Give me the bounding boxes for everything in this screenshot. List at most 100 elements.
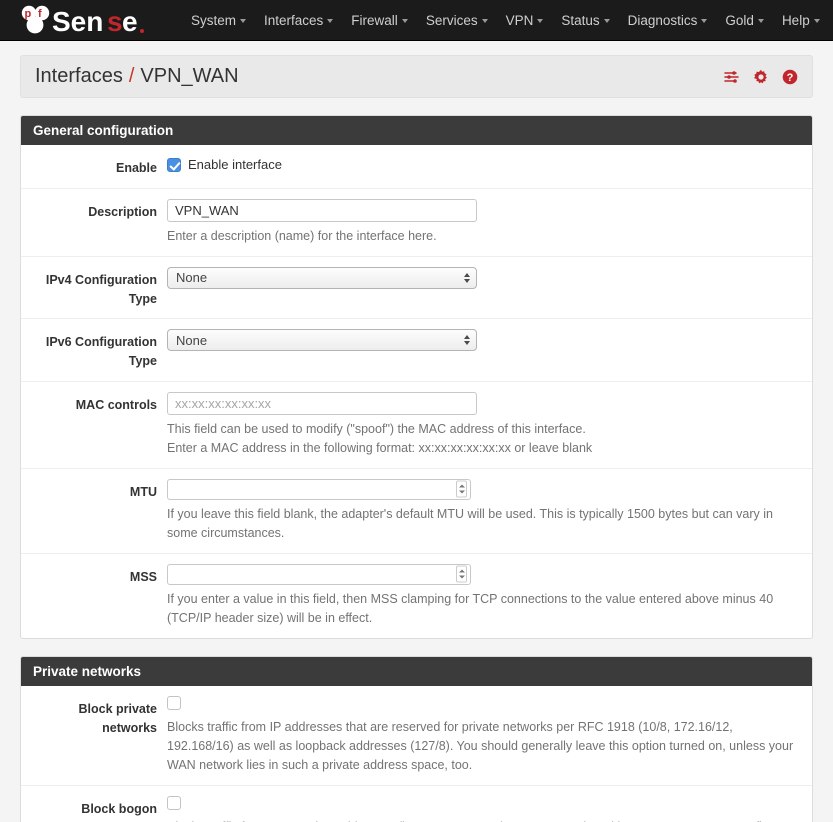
label-ipv4-config-type: IPv4 Configuration Type xyxy=(45,272,157,306)
nav-label: System xyxy=(191,12,237,28)
mac-controls-help: This field can be used to modify ("spoof… xyxy=(167,420,798,458)
nav-item-vpn[interactable]: VPN xyxy=(497,7,553,34)
description-input[interactable] xyxy=(167,198,477,222)
mss-stepper[interactable] xyxy=(456,565,467,583)
header-icon-group: ? xyxy=(724,69,798,85)
help-icon-svg: ? xyxy=(782,69,798,84)
mtu-help: If you leave this field blank, the adapt… xyxy=(167,506,773,540)
row-block-private-networks: Block private networks Blocks traffic fr… xyxy=(21,686,812,785)
field-enable: Enable interface xyxy=(167,155,812,178)
arrow-down-icon xyxy=(464,278,470,283)
row-ipv4-config-type: IPv4 Configuration Type None xyxy=(21,255,812,319)
mtu-input[interactable] xyxy=(168,479,470,499)
svg-text:?: ? xyxy=(787,72,794,84)
row-mss: MSS If you enter a value in this field, … xyxy=(21,552,812,638)
select-arrows-icon xyxy=(464,335,470,346)
private-networks-body: Block private networks Blocks traffic fr… xyxy=(21,686,812,822)
enable-interface-label[interactable]: Enable interface xyxy=(188,157,282,172)
gear-icon-svg xyxy=(753,69,767,83)
field-mss: If you enter a value in this field, then… xyxy=(167,563,812,628)
nav-item-diagnostics[interactable]: Diagnostics xyxy=(619,7,717,34)
page-header-bar: Interfaces / VPN_WAN ? xyxy=(20,55,813,98)
ipv4-config-type-value: None xyxy=(176,270,208,286)
row-description: Description Enter a description (name) f… xyxy=(21,187,812,256)
mss-input[interactable] xyxy=(168,564,470,584)
chevron-down-icon xyxy=(327,19,334,23)
mss-help: If you enter a value in this field, then… xyxy=(167,591,774,625)
nav-item-status[interactable]: Status xyxy=(552,7,618,34)
general-configuration-panel: General configuration Enable Enable inte… xyxy=(20,115,813,639)
arrow-up-icon xyxy=(464,335,470,340)
chevron-down-icon xyxy=(401,19,408,23)
chevron-down-icon xyxy=(537,19,544,23)
block-bogon-networks-checkbox[interactable] xyxy=(167,795,181,810)
nav-label: Help xyxy=(781,12,810,28)
mss-number-wrapper xyxy=(167,563,471,585)
nav-label: VPN xyxy=(505,12,534,28)
field-block-bogon-networks: Blocks traffic from reserved IP addresse… xyxy=(167,795,812,822)
mtu-number-wrapper xyxy=(167,478,471,500)
help-icon[interactable]: ? xyxy=(782,69,798,85)
description-help: Enter a description (name) for the inter… xyxy=(167,228,437,243)
row-ipv6-config-type: IPv6 Configuration Type None xyxy=(21,318,812,381)
svg-text:p: p xyxy=(25,8,32,20)
nav-item-firewall[interactable]: Firewall xyxy=(342,7,417,34)
svg-text:s: s xyxy=(107,6,123,37)
sliders-icon[interactable] xyxy=(724,69,740,85)
page-title: VPN_WAN xyxy=(140,65,239,87)
pfsense-logo-svg: p f Sen s e xyxy=(21,5,144,37)
nav-item-help[interactable]: Help xyxy=(773,7,829,34)
label-ipv6-config-type: IPv6 Configuration Type xyxy=(45,335,157,368)
field-ipv4-config-type: None xyxy=(167,266,812,309)
svg-text:Sen: Sen xyxy=(52,6,103,37)
mtu-stepper[interactable] xyxy=(456,480,467,498)
arrow-up-icon xyxy=(464,272,470,277)
arrow-down-icon xyxy=(464,341,470,346)
ipv4-config-type-select[interactable]: None xyxy=(167,266,477,289)
row-block-bogon-networks: Block bogon networks Blocks traffic from… xyxy=(21,784,812,822)
row-mtu: MTU If you leave this field blank, the a… xyxy=(21,467,812,553)
block-bogon-help-line1: Blocks traffic from reserved IP addresse… xyxy=(167,818,798,822)
enable-interface-checkline: Enable interface xyxy=(167,155,798,172)
nav-label: Gold xyxy=(725,12,754,28)
field-mac-controls: This field can be used to modify ("spoof… xyxy=(167,391,812,458)
label-description: Description xyxy=(88,204,157,219)
label-mtu: MTU xyxy=(129,484,157,499)
gear-icon[interactable] xyxy=(753,69,769,85)
svg-text:e: e xyxy=(122,6,138,37)
private-networks-heading: Private networks xyxy=(21,656,812,686)
nav-label: Status xyxy=(561,12,600,28)
label-mss: MSS xyxy=(129,569,157,584)
label-mac-controls: MAC controls xyxy=(75,397,157,412)
breadcrumb-separator: / xyxy=(128,65,135,87)
nav-item-interfaces[interactable]: Interfaces xyxy=(255,7,342,34)
breadcrumb-root[interactable]: Interfaces xyxy=(35,65,123,88)
arrow-up-icon xyxy=(458,569,465,573)
sliders-icon-svg xyxy=(724,70,739,83)
block-bogon-networks-help: Blocks traffic from reserved IP addresse… xyxy=(167,818,798,822)
chevron-down-icon xyxy=(481,19,488,23)
arrow-up-icon xyxy=(458,484,465,488)
nav-menu: System Interfaces Firewall Services VPN … xyxy=(182,7,833,34)
chevron-down-icon xyxy=(757,19,764,23)
chevron-down-icon xyxy=(701,19,708,23)
nav-label: Interfaces xyxy=(264,12,324,28)
logout-icon[interactable] xyxy=(829,7,833,34)
field-mtu: If you leave this field blank, the adapt… xyxy=(167,478,812,543)
ipv6-config-type-select[interactable]: None xyxy=(167,329,477,352)
label-enable: Enable xyxy=(116,161,157,175)
enable-interface-checkbox[interactable] xyxy=(167,157,181,172)
row-enable: Enable Enable interface xyxy=(21,145,812,188)
mac-controls-input[interactable] xyxy=(167,391,477,415)
field-block-private-networks: Blocks traffic from IP addresses that ar… xyxy=(167,695,812,775)
row-mac-controls: MAC controls This field can be used to m… xyxy=(21,380,812,468)
nav-item-services[interactable]: Services xyxy=(417,7,497,34)
block-private-networks-checkbox[interactable] xyxy=(167,695,181,710)
nav-item-system[interactable]: System xyxy=(182,7,255,34)
nav-item-gold[interactable]: Gold xyxy=(716,7,773,34)
private-networks-panel: Private networks Block private networks … xyxy=(20,655,813,822)
pfsense-logo[interactable]: p f Sen s e xyxy=(14,0,160,41)
mac-controls-help-line1: This field can be used to modify ("spoof… xyxy=(167,421,586,436)
svg-text:f: f xyxy=(38,8,42,20)
ipv6-config-type-value: None xyxy=(176,332,208,348)
